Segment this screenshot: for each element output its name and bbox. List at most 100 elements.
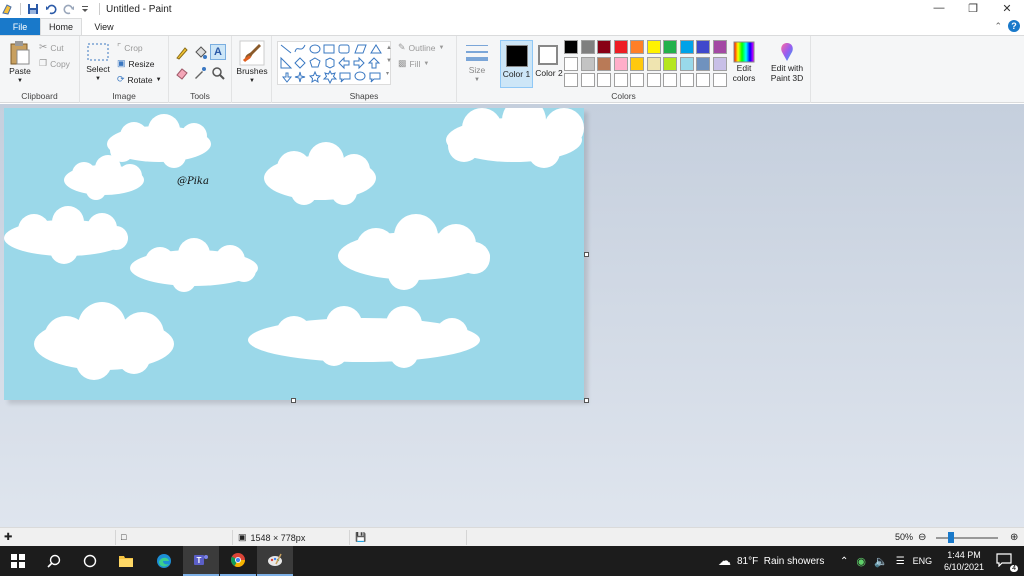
- rotate-label: Rotate: [127, 74, 153, 85]
- chevron-up-icon[interactable]: ⌃: [840, 556, 848, 567]
- palette-swatch[interactable]: [646, 40, 661, 54]
- pencil-icon[interactable]: [175, 46, 189, 60]
- color2-button[interactable]: Color 2: [534, 40, 564, 88]
- resize-handle-corner[interactable]: [584, 398, 589, 403]
- edit-paint3d-label: Edit with Paint 3D: [770, 63, 804, 83]
- palette-swatch[interactable]: [564, 73, 578, 87]
- save-icon[interactable]: [27, 3, 39, 15]
- palette-swatch[interactable]: [630, 40, 644, 54]
- palette-swatch[interactable]: [613, 40, 628, 54]
- fill-button[interactable]: ▩ Fill ▼: [398, 58, 429, 69]
- edge-button[interactable]: [146, 546, 182, 576]
- undo-icon[interactable]: [45, 3, 57, 15]
- edit-colors-button[interactable]: Edit colors: [729, 41, 759, 83]
- paste-button[interactable]: Paste ▼: [6, 40, 34, 86]
- paint3d-icon: [781, 43, 793, 61]
- wifi-icon[interactable]: ☰: [896, 556, 905, 567]
- zoom-out-icon[interactable]: ⊖: [918, 532, 926, 543]
- palette-swatch[interactable]: [630, 56, 644, 71]
- copy-button[interactable]: ❐ Copy: [39, 58, 70, 69]
- magnifier-icon[interactable]: [211, 66, 225, 80]
- notifications-button[interactable]: 4: [996, 553, 1018, 572]
- zoom-slider-track[interactable]: [936, 537, 998, 539]
- line-size-icon: [466, 45, 488, 61]
- palette-swatch[interactable]: [580, 73, 595, 87]
- palette-swatch[interactable]: [580, 40, 595, 54]
- color1-button[interactable]: Color 1: [500, 40, 533, 88]
- disk-icon: 💾: [355, 532, 367, 542]
- teams-button[interactable]: T: [183, 546, 219, 576]
- clock-time: 1:44 PM: [947, 550, 981, 560]
- palette-swatch[interactable]: [679, 56, 694, 71]
- palette-swatch[interactable]: [597, 56, 611, 71]
- redo-icon[interactable]: [63, 3, 75, 15]
- search-button[interactable]: [36, 546, 72, 576]
- palette-swatch[interactable]: [564, 40, 578, 54]
- cortana-icon: [83, 554, 97, 568]
- palette-swatch[interactable]: [712, 40, 727, 54]
- palette-swatch[interactable]: [679, 73, 694, 87]
- palette-swatch[interactable]: [613, 56, 628, 71]
- minimize-icon[interactable]: —: [922, 0, 956, 16]
- collapse-ribbon-icon[interactable]: ⌃: [994, 21, 1002, 32]
- palette-swatch[interactable]: [696, 73, 710, 87]
- fill-bucket-icon[interactable]: [193, 46, 207, 60]
- text-tool-icon[interactable]: A: [210, 44, 226, 60]
- palette-swatch[interactable]: [597, 40, 611, 54]
- brushes-button[interactable]: Brushes ▼: [235, 40, 269, 86]
- cloud: [264, 142, 376, 205]
- resize-handle-bottom[interactable]: [291, 398, 296, 403]
- tab-file[interactable]: File: [0, 18, 40, 35]
- crop-button[interactable]: ⌜ Crop: [117, 42, 143, 53]
- workspace[interactable]: @Pika: [0, 104, 1024, 527]
- chrome-button[interactable]: [220, 546, 256, 576]
- cut-button[interactable]: ✂ Cut: [39, 42, 64, 53]
- palette-swatch[interactable]: [630, 73, 644, 87]
- edit-paint3d-button[interactable]: Edit with Paint 3D: [767, 41, 807, 83]
- fill-label: Fill: [409, 58, 421, 69]
- help-icon[interactable]: ?: [1008, 20, 1020, 32]
- palette-swatch[interactable]: [597, 73, 611, 87]
- resize-button[interactable]: ▣ Resize: [117, 58, 155, 69]
- palette-swatch[interactable]: [646, 56, 661, 71]
- teams-icon: T: [194, 555, 208, 565]
- palette-swatch[interactable]: [580, 56, 595, 71]
- palette-swatch[interactable]: [712, 56, 727, 71]
- palette-swatch[interactable]: [663, 73, 677, 87]
- outline-button[interactable]: ✎ Outline ▼: [398, 42, 444, 53]
- start-button[interactable]: [0, 546, 36, 576]
- zoom-slider-thumb[interactable]: [947, 532, 954, 543]
- tab-view[interactable]: View: [82, 18, 126, 35]
- close-icon[interactable]: ✕: [990, 0, 1024, 16]
- clock[interactable]: 1:44 PM 6/10/2021: [944, 549, 984, 573]
- size-button[interactable]: Size ▼: [461, 41, 493, 85]
- zoom-in-icon[interactable]: ⊕: [1010, 532, 1018, 543]
- palette-swatch[interactable]: [663, 40, 677, 54]
- network-app-icon[interactable]: ◉: [856, 555, 866, 568]
- weather-widget[interactable]: ☁ 81°F Rain showers: [718, 546, 824, 576]
- restore-icon[interactable]: ❐: [956, 0, 990, 16]
- rotate-button[interactable]: ⟳ Rotate ▼: [117, 74, 162, 85]
- speaker-icon[interactable]: 🔈: [874, 555, 888, 568]
- language-indicator[interactable]: ENG: [913, 556, 933, 566]
- qat-divider: [99, 3, 100, 15]
- shapes-scroll[interactable]: ▲ ▼ ▾: [386, 42, 392, 81]
- drawing-canvas[interactable]: @Pika: [4, 108, 584, 400]
- customize-qat-icon[interactable]: [81, 3, 93, 15]
- palette-swatch[interactable]: [712, 73, 727, 87]
- palette-swatch[interactable]: [564, 56, 578, 71]
- palette-swatch[interactable]: [646, 73, 661, 87]
- eraser-icon[interactable]: [175, 66, 189, 80]
- select-button[interactable]: Select ▼: [84, 42, 112, 84]
- palette-swatch[interactable]: [663, 56, 677, 71]
- palette-swatch[interactable]: [696, 56, 710, 71]
- palette-swatch[interactable]: [696, 40, 710, 54]
- file-explorer-button[interactable]: [108, 546, 144, 576]
- paint-taskbar-button[interactable]: [257, 546, 293, 576]
- palette-swatch[interactable]: [613, 73, 628, 87]
- cortana-button[interactable]: [72, 546, 108, 576]
- color-picker-icon[interactable]: [193, 66, 207, 80]
- resize-handle-right[interactable]: [584, 252, 589, 257]
- palette-swatch[interactable]: [679, 40, 694, 54]
- tab-home[interactable]: Home: [40, 18, 82, 35]
